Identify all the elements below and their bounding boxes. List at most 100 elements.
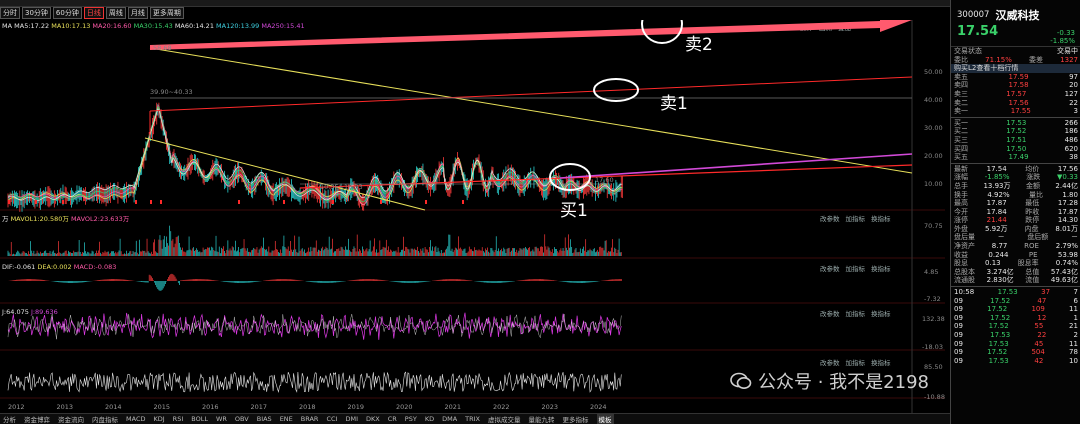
tick-volume: 22 bbox=[1037, 331, 1047, 339]
indicator-tab[interactable]: CCI bbox=[326, 415, 337, 423]
asks-row[interactable]: 卖三 17.57 127 bbox=[951, 90, 1080, 99]
tick-price: 17.52 bbox=[987, 348, 1008, 357]
ind4-add-indicator-button[interactable]: 加指标 bbox=[846, 357, 866, 367]
stat-row: 总手 13.93万 金额 2.44亿 bbox=[951, 182, 1080, 191]
indicator-tab[interactable]: KDJ bbox=[153, 415, 164, 423]
tick-time: 09 bbox=[954, 322, 963, 331]
signal-marker bbox=[425, 200, 427, 204]
bids-row[interactable]: 买一 17.53 266 bbox=[951, 119, 1080, 128]
bids-row[interactable]: 买二 17.52 186 bbox=[951, 127, 1080, 136]
stat-row: 盘后量 － 盘后额 － bbox=[951, 233, 1080, 242]
indicator-tab[interactable]: BIAS bbox=[257, 415, 272, 423]
bids-level: 买一 bbox=[954, 118, 968, 127]
period-button-weekly[interactable]: 周线 bbox=[105, 7, 126, 19]
indicator-tab[interactable]: KD bbox=[425, 415, 434, 423]
indicator-tab[interactable]: DMI bbox=[345, 415, 358, 423]
period-button-30min[interactable]: 30分钟 bbox=[22, 7, 51, 19]
resistance-trendline bbox=[149, 47, 913, 174]
tick-volume: 12 bbox=[1037, 313, 1047, 322]
indicator-tab[interactable]: ENE bbox=[280, 415, 293, 423]
indicator-tab[interactable]: OBV bbox=[235, 415, 249, 423]
signal-marker bbox=[380, 200, 382, 204]
bids-row[interactable]: 买五 17.49 38 bbox=[951, 153, 1080, 162]
stat-value: 4.92% bbox=[987, 190, 1010, 199]
indicator-tab[interactable]: DMA bbox=[442, 415, 457, 423]
stock-code: 300007 bbox=[957, 10, 990, 20]
price-axis-tick-50: 50.00 bbox=[924, 68, 943, 76]
indicator-tab[interactable]: DKX bbox=[366, 415, 380, 423]
ind4-line bbox=[7, 371, 622, 393]
x-year-label: 2017 bbox=[250, 403, 268, 411]
tick-time: 09 bbox=[954, 356, 963, 365]
tick-price: 17.53 bbox=[988, 339, 1009, 348]
tick-time: 09 bbox=[954, 339, 963, 348]
period-button-daily[interactable]: 日线 bbox=[83, 7, 104, 19]
indicator-tab[interactable]: 更多指标 bbox=[563, 414, 589, 424]
x-year-label: 2019 bbox=[347, 403, 365, 411]
stat-value: 17.87 bbox=[986, 199, 1007, 208]
vol-add-indicator-button[interactable]: 加指标 bbox=[846, 213, 866, 223]
indicator-tab[interactable]: BRAR bbox=[301, 415, 319, 423]
ind4-switch-indicator-button[interactable]: 换指标 bbox=[871, 357, 891, 367]
bids-row[interactable]: 买三 17.51 486 bbox=[951, 136, 1080, 145]
stat-value: 49.63亿 bbox=[1050, 276, 1078, 285]
indicator-tab[interactable]: CR bbox=[388, 415, 397, 423]
weibi-value: 71.15% bbox=[985, 55, 1012, 64]
stat-value: 5.92万 bbox=[984, 224, 1008, 233]
price-change-pct: -1.85% bbox=[1050, 37, 1075, 45]
asks-row[interactable]: 卖四 17.58 20 bbox=[951, 81, 1080, 90]
period-button-fenshi[interactable]: 分时 bbox=[0, 7, 20, 19]
indicator-tab[interactable]: RSI bbox=[173, 415, 184, 423]
ind3-edit-params-button[interactable]: 改参数 bbox=[820, 308, 840, 318]
indicator-tab[interactable]: 量能九转 bbox=[529, 414, 555, 424]
bids-volume: 38 bbox=[1069, 153, 1078, 162]
stat-value: 17.87 bbox=[1057, 207, 1078, 216]
indicator-tab[interactable]: 资金流向 bbox=[58, 414, 84, 424]
tick-volume: 42 bbox=[1034, 356, 1044, 365]
l2-banner[interactable]: 购买L2查看十档行情 bbox=[951, 64, 1080, 73]
tick-price: 17.53 bbox=[997, 288, 1018, 297]
indicator-tab[interactable]: 模板 bbox=[596, 414, 614, 424]
stat-value: 8.77 bbox=[991, 242, 1008, 251]
vol-edit-params-button[interactable]: 改参数 bbox=[820, 213, 840, 223]
period-button-more[interactable]: 更多周期 bbox=[149, 7, 184, 19]
signal-marker bbox=[462, 200, 464, 204]
bids-row[interactable]: 买四 17.50 620 bbox=[951, 145, 1080, 154]
stat-value: -1.85% bbox=[984, 173, 1010, 182]
indicator-tab[interactable]: 分析 bbox=[3, 414, 16, 424]
stat-key: 换手 bbox=[954, 190, 968, 199]
indicator-tab[interactable]: MACD bbox=[126, 415, 145, 423]
stat-key: 净资产 bbox=[954, 242, 975, 251]
period-button-60min[interactable]: 60分钟 bbox=[52, 7, 82, 19]
asks-row[interactable]: 卖二 17.56 22 bbox=[951, 99, 1080, 108]
indicator-tab[interactable]: 资金博弈 bbox=[24, 414, 50, 424]
tick-time: 09 bbox=[954, 313, 963, 322]
indicator-tab[interactable]: 内盘指标 bbox=[92, 414, 118, 424]
macd-edit-params-button[interactable]: 改参数 bbox=[820, 263, 840, 273]
tick-time: 09 bbox=[954, 305, 963, 314]
ind3-add-indicator-button[interactable]: 加指标 bbox=[846, 308, 866, 318]
asks-row[interactable]: 卖一 17.55 3 bbox=[951, 107, 1080, 116]
tick-volume: 109 bbox=[1031, 305, 1045, 314]
indicator-tab[interactable]: WR bbox=[216, 415, 227, 423]
indicator-tab[interactable]: 虚拟成交量 bbox=[488, 414, 521, 424]
dea-label: DEA:0.002 bbox=[37, 263, 72, 271]
macd-switch-indicator-button[interactable]: 换指标 bbox=[871, 263, 891, 273]
macd-panel-buttons: 改参数 加指标 换指标 bbox=[820, 263, 891, 273]
price-axis-tick-30: 30.00 bbox=[924, 124, 943, 132]
macd-add-indicator-button[interactable]: 加指标 bbox=[846, 263, 866, 273]
tick-volume: 504 bbox=[1031, 348, 1045, 357]
indicator-tab[interactable]: PSY bbox=[405, 415, 417, 423]
vol-switch-indicator-button[interactable]: 换指标 bbox=[871, 213, 891, 223]
period-button-monthly[interactable]: 月线 bbox=[127, 7, 148, 19]
asks-volume: 127 bbox=[1064, 89, 1078, 98]
indicator-tab[interactable]: BOLL bbox=[191, 415, 208, 423]
ind3-switch-indicator-button[interactable]: 换指标 bbox=[871, 308, 891, 318]
kline-chart[interactable] bbox=[0, 20, 945, 413]
bids-level: 买四 bbox=[954, 144, 968, 153]
asks-row[interactable]: 卖五 17.59 97 bbox=[951, 73, 1080, 82]
tick-price: 17.53 bbox=[990, 331, 1011, 339]
indicator-tab[interactable]: TRIX bbox=[465, 415, 480, 423]
ind4-edit-params-button[interactable]: 改参数 bbox=[820, 357, 840, 367]
tick-price: 17.52 bbox=[988, 322, 1009, 331]
